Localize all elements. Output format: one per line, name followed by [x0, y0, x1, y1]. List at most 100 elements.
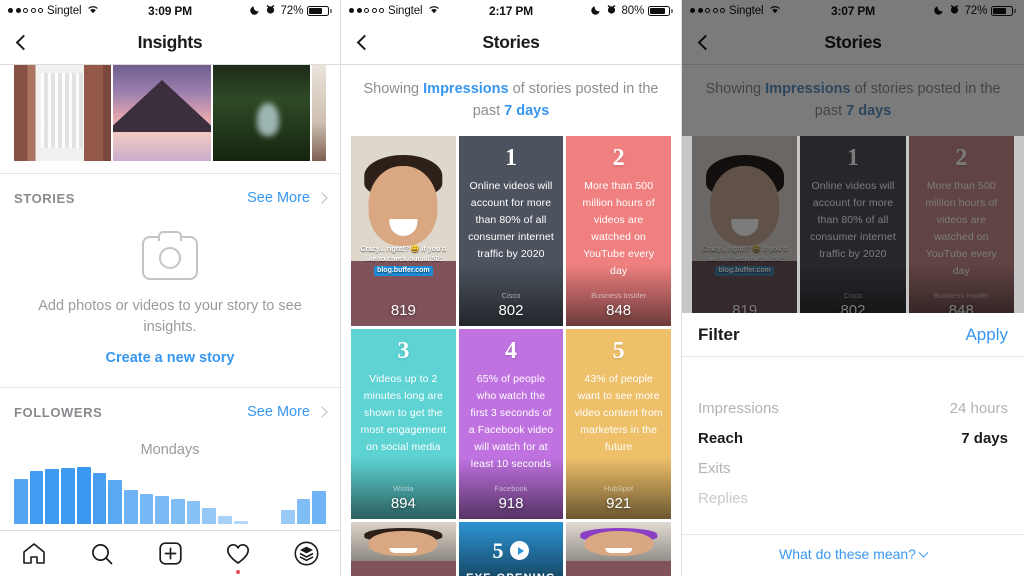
story-card-number: 5	[612, 337, 625, 364]
story-card-label: EYE-OPENING	[466, 572, 556, 576]
search-icon[interactable]	[85, 539, 119, 569]
play-row: 5	[492, 538, 530, 564]
what-do-these-mean-label: What do these mean?	[779, 546, 916, 562]
story-card-number: 4	[504, 337, 517, 364]
picker-row[interactable]: Impressions 24 hours	[698, 393, 1008, 423]
activity-heart-icon[interactable]	[221, 539, 255, 574]
stories-see-more-button[interactable]: See More	[247, 190, 328, 206]
story-card[interactable]	[566, 521, 671, 576]
create-new-story-link[interactable]: Create a new story	[106, 350, 235, 366]
shirt-shape	[566, 561, 671, 576]
picker-row-selected[interactable]: Reach 7 days	[698, 423, 1008, 453]
add-post-icon[interactable]	[153, 539, 187, 569]
story-card[interactable]: 4 65% of people who watch the first 3 sec…	[458, 328, 564, 519]
chevron-right-icon	[316, 192, 328, 204]
apply-button[interactable]: Apply	[965, 325, 1008, 345]
photo-thumbnail-strip	[0, 65, 340, 161]
filter-sheet-footer: What do these mean?	[682, 534, 1024, 576]
chevron-left-icon	[15, 34, 32, 51]
metric-option-impressions[interactable]: Impressions	[698, 400, 779, 417]
followers-see-more-label: See More	[247, 404, 310, 421]
story-card[interactable]: 2 More than 500 million hours of videos a…	[908, 135, 1014, 326]
story-card-source: Business Insider	[591, 290, 647, 300]
story-card[interactable]: Crazy... right!? 😀 If you'd like to check…	[692, 135, 798, 326]
play-icon	[510, 541, 530, 560]
caption-link[interactable]: blog.buffer.com	[715, 265, 774, 277]
battery-icon	[991, 5, 1016, 16]
bar	[171, 498, 185, 525]
story-card[interactable]: 5 EYE-OPENING	[458, 521, 564, 576]
bar	[45, 468, 60, 525]
what-do-these-mean-link[interactable]: What do these mean?	[779, 546, 929, 562]
metric-option-reach[interactable]: Reach	[698, 430, 743, 447]
story-card[interactable]: 2 More than 500 million hours of videos a…	[566, 135, 671, 326]
status-left: Singtel	[8, 4, 99, 17]
period-option-7-days[interactable]: 7 days	[961, 430, 1008, 447]
mountain-photo[interactable]	[113, 65, 211, 161]
followers-see-more-button[interactable]: See More	[247, 404, 328, 421]
story-card-metric: 802	[498, 301, 524, 319]
bar	[29, 470, 44, 525]
picker-rows: Impressions 24 hours Reach 7 days Exits …	[682, 393, 1024, 513]
bar	[155, 495, 170, 525]
story-card[interactable]: 5 43% of people want to see more video co…	[566, 328, 671, 519]
battery-percent: 72%	[280, 4, 304, 17]
alarm-icon	[606, 4, 617, 18]
showing-period[interactable]: 7 days	[846, 103, 891, 119]
stories-section-header: STORIES See More	[14, 174, 328, 222]
story-card[interactable]: 1 Online videos will account for more tha…	[458, 135, 564, 326]
followers-section-header: FOLLOWERS See More	[14, 388, 328, 436]
bar	[61, 468, 75, 525]
bar	[92, 473, 107, 525]
portrait-photo[interactable]	[311, 65, 326, 161]
bar	[312, 490, 327, 525]
metric-option-replies[interactable]: Replies	[698, 490, 748, 507]
story-card[interactable]: 3 Videos up to 2 minutes long are shown t…	[351, 328, 456, 519]
showing-metric[interactable]: Impressions	[423, 81, 508, 97]
battery-icon	[307, 5, 332, 16]
screenshot-root: Singtel 3:09 PM 72% Insights STORIES See…	[0, 0, 1024, 576]
showing-description: Showing Impressions of stories posted in…	[682, 65, 1024, 136]
back-button[interactable]	[353, 21, 376, 64]
alarm-icon	[265, 4, 276, 18]
filter-picker[interactable]: Impressions 24 hours Reach 7 days Exits …	[682, 357, 1024, 534]
metric-option-exits[interactable]: Exits	[698, 460, 731, 477]
picker-row[interactable]: Exits	[698, 453, 1008, 483]
caption-line-2: like to check out all 50:	[365, 256, 442, 264]
picker-row[interactable]: Replies	[698, 483, 1008, 513]
bar	[14, 478, 28, 525]
caption-line-2: like to check out all 50:	[706, 256, 783, 264]
showing-period[interactable]: 7 days	[504, 103, 549, 119]
chevron-down-icon	[918, 547, 929, 558]
story-card[interactable]: Crazy... right!? 😀 If you'd like to check…	[351, 135, 456, 326]
bridge-photo[interactable]	[14, 65, 112, 161]
story-card-metric: 894	[390, 494, 416, 512]
showing-metric[interactable]: Impressions	[765, 81, 850, 97]
caption-link[interactable]: blog.buffer.com	[374, 265, 433, 277]
back-button[interactable]	[12, 21, 35, 64]
forest-photo[interactable]	[212, 65, 310, 161]
story-card[interactable]: 1 Online videos will account for more tha…	[800, 135, 906, 326]
story-card-body: 43% of people want to see more video con…	[574, 372, 663, 453]
bar	[186, 501, 201, 525]
period-option-24-hours[interactable]: 24 hours	[950, 400, 1008, 417]
story-card-grid: Crazy... right!? 😀 If you'd like to check…	[341, 135, 681, 576]
profile-layers-icon[interactable]	[289, 539, 323, 569]
status-right: 72%	[934, 4, 1016, 18]
status-left: Singtel	[690, 4, 781, 17]
home-icon[interactable]	[17, 539, 51, 569]
showing-prefix: Showing	[705, 81, 766, 97]
status-bar: Singtel 3:09 PM 72%	[0, 0, 340, 21]
status-right: 80%	[591, 4, 673, 18]
chevron-left-icon	[356, 34, 373, 51]
status-bar: Singtel 3:07 PM 72%	[682, 0, 1024, 21]
bar	[202, 507, 217, 525]
showing-description: Showing Impressions of stories posted in…	[341, 65, 681, 136]
back-button[interactable]	[694, 21, 717, 64]
story-card[interactable]	[351, 521, 456, 576]
signal-dots-icon	[349, 8, 384, 13]
page-title: Stories	[482, 32, 540, 52]
tab-bar	[0, 530, 340, 576]
bar	[76, 466, 91, 525]
story-card-metric: 848	[606, 301, 632, 319]
